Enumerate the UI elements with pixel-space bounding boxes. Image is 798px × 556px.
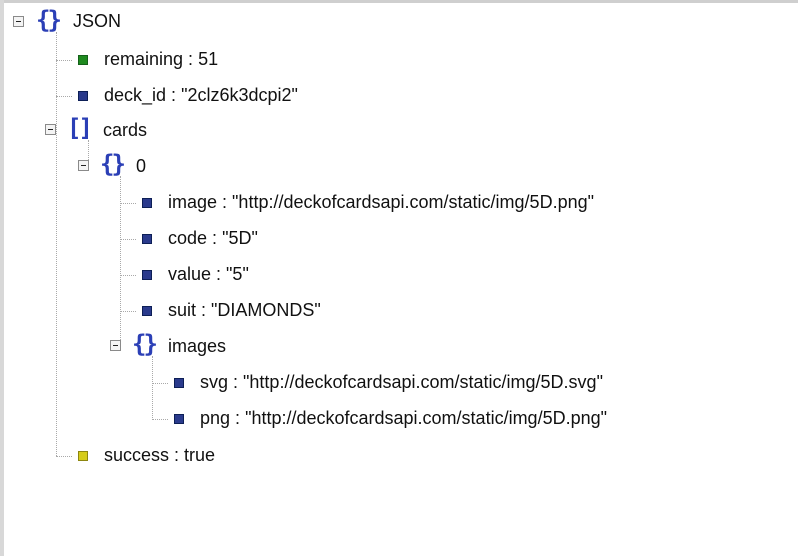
string-value-icon bbox=[142, 234, 152, 244]
node-label-card-0[interactable]: 0 bbox=[136, 155, 146, 177]
node-svg[interactable]: svg : "http://deckofcardsapi.com/static/… bbox=[200, 371, 603, 393]
node-png[interactable]: png : "http://deckofcardsapi.com/static/… bbox=[200, 407, 607, 429]
tree-connector bbox=[56, 456, 72, 457]
node-label-cards[interactable]: cards bbox=[103, 119, 147, 141]
node-value: 51 bbox=[198, 49, 219, 69]
node-key: suit bbox=[168, 300, 197, 320]
window-top-border bbox=[0, 0, 798, 3]
node-success[interactable]: success : true bbox=[104, 444, 215, 466]
object-brace-icon: {} bbox=[132, 330, 158, 358]
node-suit[interactable]: suit : "DIAMONDS" bbox=[168, 299, 321, 321]
node-key: png bbox=[200, 408, 231, 428]
node-value: "5" bbox=[226, 264, 249, 284]
tree-connector bbox=[152, 383, 168, 384]
window-left-border bbox=[0, 0, 4, 556]
tree-connector bbox=[120, 311, 136, 312]
node-key: success bbox=[104, 445, 170, 465]
node-label-images[interactable]: images bbox=[168, 335, 226, 357]
tree-connector bbox=[120, 176, 121, 348]
node-key: remaining bbox=[104, 49, 184, 69]
collapse-toggle-card-0[interactable] bbox=[78, 160, 89, 171]
node-value: "http://deckofcardsapi.com/static/img/5D… bbox=[232, 192, 594, 212]
collapse-toggle-cards[interactable] bbox=[45, 124, 56, 135]
node-key: code bbox=[168, 228, 208, 248]
collapse-toggle-images[interactable] bbox=[110, 340, 121, 351]
number-value-icon bbox=[78, 55, 88, 65]
tree-connector bbox=[152, 419, 168, 420]
node-deck-id[interactable]: deck_id : "2clz6k3dcpi2" bbox=[104, 84, 298, 106]
tree-connector bbox=[120, 275, 136, 276]
string-value-icon bbox=[142, 270, 152, 280]
array-bracket-icon: [] bbox=[67, 114, 93, 142]
node-key: deck_id bbox=[104, 85, 167, 105]
node-value: true bbox=[184, 445, 216, 465]
node-image[interactable]: image : "http://deckofcardsapi.com/stati… bbox=[168, 191, 594, 213]
tree-connector bbox=[56, 96, 72, 97]
node-key: svg bbox=[200, 372, 229, 392]
string-value-icon bbox=[78, 91, 88, 101]
string-value-icon bbox=[174, 414, 184, 424]
boolean-value-icon bbox=[78, 451, 88, 461]
node-value: "http://deckofcardsapi.com/static/img/5D… bbox=[245, 408, 608, 428]
string-value-icon bbox=[142, 306, 152, 316]
object-brace-icon: {} bbox=[36, 6, 62, 34]
node-remaining[interactable]: remaining : 51 bbox=[104, 48, 218, 70]
string-value-icon bbox=[142, 198, 152, 208]
tree-connector bbox=[56, 60, 72, 61]
tree-connector bbox=[120, 203, 136, 204]
node-key: value bbox=[168, 264, 212, 284]
node-key: image bbox=[168, 192, 218, 212]
node-value-field[interactable]: value : "5" bbox=[168, 263, 249, 285]
node-value: "2clz6k3dcpi2" bbox=[181, 85, 298, 105]
node-value: "DIAMONDS" bbox=[211, 300, 321, 320]
node-label-root[interactable]: JSON bbox=[73, 10, 121, 32]
node-value: "5D" bbox=[222, 228, 258, 248]
collapse-toggle-root[interactable] bbox=[13, 16, 24, 27]
string-value-icon bbox=[174, 378, 184, 388]
tree-connector bbox=[120, 239, 136, 240]
tree-connector bbox=[152, 356, 153, 420]
node-value: "http://deckofcardsapi.com/static/img/5D… bbox=[243, 372, 603, 392]
node-code[interactable]: code : "5D" bbox=[168, 227, 258, 249]
object-brace-icon: {} bbox=[100, 150, 126, 178]
